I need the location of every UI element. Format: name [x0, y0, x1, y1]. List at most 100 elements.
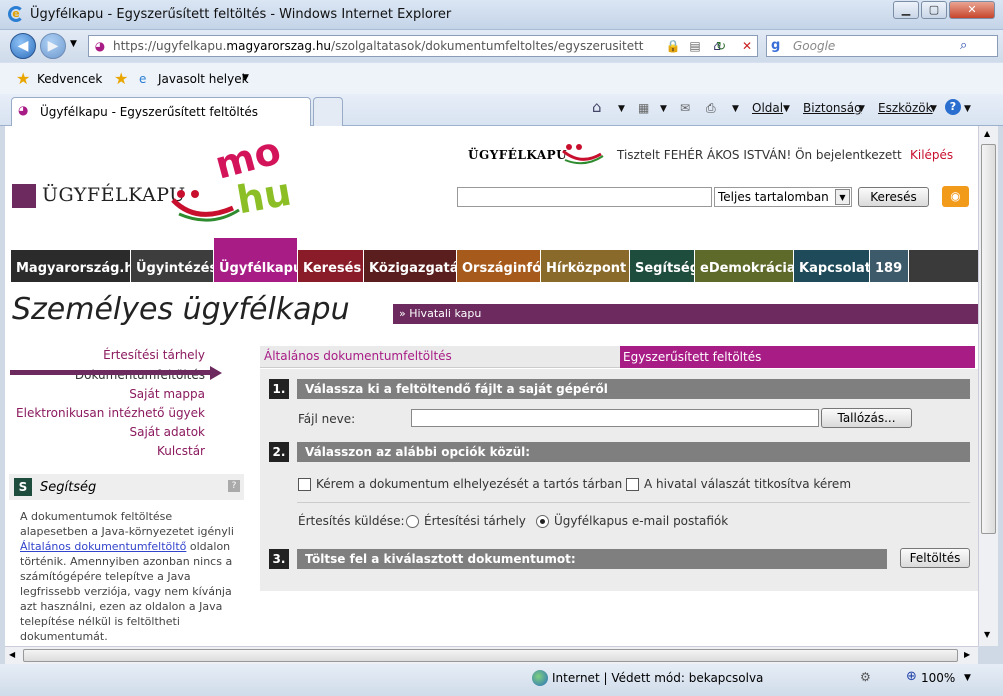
forward-button[interactable]: ▶: [40, 33, 66, 59]
user-greeting: Tisztelt FEHÉR ÁKOS ISTVÁN! Ön bejelentk…: [617, 148, 902, 162]
help-text-part1: A dokumentumok feltöltése alapesetben a …: [20, 510, 234, 538]
favorites-bar: ★ Kedvencek ★ e Javasolt helyek ▼: [0, 62, 1003, 94]
lock-icon[interactable]: 🔒: [665, 38, 681, 54]
suggested-sites-icon: e: [139, 72, 147, 86]
sidebar-item-ertesitesi-tarhely[interactable]: Értesítési tárhely: [103, 348, 205, 362]
search-icon[interactable]: ⌕: [960, 38, 967, 53]
search-scope-select[interactable]: Teljes tartalomban ▼: [714, 187, 852, 207]
window-titlebar: e Ügyfélkapu - Egyszerűsített feltöltés …: [0, 0, 1003, 30]
question-icon[interactable]: ?: [228, 480, 240, 492]
browser-tab-active[interactable]: ◕ Ügyfélkapu - Egyszerűsített feltöltés: [11, 97, 311, 126]
brand-logo-text: ÜGYFÉLKAPU: [42, 184, 186, 206]
close-button[interactable]: ✕: [949, 1, 995, 19]
feeds-icon[interactable]: ▦: [638, 101, 649, 115]
home-dropdown-icon[interactable]: ▼: [618, 104, 625, 114]
store-permanently-checkbox[interactable]: [298, 478, 311, 491]
help-dropdown-icon[interactable]: ▼: [964, 104, 971, 114]
page-dropdown-icon[interactable]: ▼: [783, 104, 790, 114]
minimize-button[interactable]: ▁: [893, 1, 919, 19]
new-tab-button[interactable]: [313, 97, 343, 126]
security-menu[interactable]: Biztonság: [803, 101, 862, 115]
page-content: ÜGYFÉLKAPU mo hu ÜGYFÉLKAPU Tisztelt FEH…: [5, 126, 978, 646]
upload-button[interactable]: Feltöltés: [900, 548, 970, 568]
scroll-down-icon[interactable]: ▼: [984, 630, 990, 639]
suggested-dropdown-icon[interactable]: ▼: [242, 73, 249, 83]
menu-edemokracia[interactable]: eDemokrácia: [695, 250, 796, 282]
tools-menu[interactable]: Eszközök: [878, 101, 933, 115]
address-bar[interactable]: ◕ https://ugyfelkapu.magyarorszag.hu/szo…: [88, 35, 758, 57]
store-permanently-label: Kérem a dokumentum elhelyezését a tartós…: [316, 477, 636, 491]
horizontal-scrollbar[interactable]: ◀ ▶: [5, 646, 978, 664]
active-item-arrow: [10, 370, 212, 375]
office-gate-link[interactable]: » Hivatali kapu: [393, 304, 978, 324]
suggested-sites-link[interactable]: Javasolt helyek: [158, 72, 249, 86]
tab-general-label: Általános dokumentumfeltöltés: [264, 349, 452, 363]
feeds-dropdown-icon[interactable]: ▼: [660, 104, 667, 114]
menu-orszaginfo[interactable]: Országinfó: [457, 250, 541, 282]
menu-ugyintezes[interactable]: Ügyintézés: [131, 250, 217, 282]
sidebar-item-ugyek[interactable]: Elektronikusan intézhető ügyek: [16, 406, 205, 420]
tab-simplified-upload[interactable]: Egyszerűsített feltöltés: [620, 346, 975, 368]
notify-email-radio[interactable]: [536, 515, 549, 528]
sidebar-item-kulcstar[interactable]: Kulcstár: [157, 444, 205, 458]
menu-ugyfelkapu[interactable]: Ügyfélkapu: [214, 238, 302, 282]
site-search-button[interactable]: Keresés: [858, 187, 929, 207]
zoom-icon[interactable]: ⊕: [906, 669, 917, 684]
encrypt-reply-checkbox[interactable]: [626, 478, 639, 491]
print-icon[interactable]: ⎙: [706, 101, 716, 116]
double-arrow-icon: »: [399, 307, 406, 320]
menu-magyarorszag[interactable]: Magyarország.hu: [11, 250, 143, 282]
menu-kereses[interactable]: Keresés: [298, 250, 363, 282]
mail-icon[interactable]: ✉: [680, 101, 690, 115]
print-dropdown-icon[interactable]: ▼: [732, 104, 739, 114]
help-text-part2: oldalon történik. Amennyiben azonban nin…: [20, 540, 233, 643]
menu-189[interactable]: 189: [870, 250, 908, 282]
sidebar-item-sajat-mappa[interactable]: Saját mappa: [129, 387, 205, 401]
notify-storage-radio[interactable]: [406, 515, 419, 528]
file-name-input[interactable]: [411, 409, 819, 427]
add-favorite-icon[interactable]: ★: [114, 69, 128, 88]
small-brand-logo: ÜGYFÉLKAPU: [468, 148, 568, 162]
menu-kapcsolat[interactable]: Kapcsolat: [794, 250, 871, 282]
general-upload-link[interactable]: Általános dokumentumfeltöltő: [20, 540, 186, 553]
browse-button[interactable]: Tallózás...: [821, 408, 912, 428]
internet-zone-icon: [532, 670, 548, 686]
menu-hirkozpont[interactable]: Hírközpont: [541, 250, 629, 282]
favorites-star-icon[interactable]: ★: [16, 69, 30, 88]
site-search-input[interactable]: [457, 187, 712, 207]
refresh-icon[interactable]: ↻: [713, 38, 729, 54]
status-bar: Internet | Védett mód: bekapcsolva ⚙ ⊕ 1…: [0, 664, 1003, 696]
home-icon[interactable]: ⌂: [592, 98, 602, 116]
stop-icon[interactable]: ✕: [739, 38, 755, 54]
scroll-right-icon[interactable]: ▶: [964, 650, 970, 659]
scroll-thumb[interactable]: [981, 144, 996, 534]
tools-dropdown-icon[interactable]: ▼: [930, 104, 937, 114]
logout-link[interactable]: Kilépés: [910, 148, 953, 162]
brand-square-logo: [12, 184, 36, 208]
back-button[interactable]: ◀: [10, 33, 36, 59]
scroll-up-icon[interactable]: ▲: [984, 129, 990, 138]
search-box[interactable]: g Google ⌕: [766, 35, 998, 57]
notify-label: Értesítés küldése:: [298, 514, 405, 528]
search-placeholder: Google: [793, 39, 836, 53]
scroll-left-icon[interactable]: ◀: [9, 650, 15, 659]
menu-segitseg[interactable]: Segítség: [630, 250, 699, 282]
help-icon[interactable]: ?: [945, 99, 961, 115]
vertical-scrollbar[interactable]: ▲ ▼: [978, 126, 998, 646]
zoom-dropdown-icon[interactable]: ▼: [964, 673, 971, 683]
history-dropdown-icon[interactable]: ▼: [70, 39, 77, 49]
security-dropdown-icon[interactable]: ▼: [858, 104, 865, 114]
hscroll-thumb[interactable]: [23, 649, 958, 662]
compatibility-icon[interactable]: ▤: [687, 38, 703, 54]
favorites-button[interactable]: Kedvencek: [37, 72, 102, 86]
zoom-level[interactable]: 100%: [921, 671, 955, 685]
rss-icon[interactable]: ◉: [942, 186, 969, 207]
url-domain: magyarorszag.hu: [226, 39, 332, 53]
maximize-button[interactable]: ▢: [921, 1, 947, 19]
tab-general-upload[interactable]: Általános dokumentumfeltöltés: [260, 346, 620, 368]
protected-mode-icon[interactable]: ⚙: [860, 670, 871, 684]
sidebar-item-sajat-adatok[interactable]: Saját adatok: [130, 425, 206, 439]
page-menu[interactable]: Oldal: [752, 101, 783, 115]
help-title: Segítség: [40, 480, 97, 495]
menu-kozigazgatas[interactable]: Közigazgatás: [364, 250, 466, 282]
